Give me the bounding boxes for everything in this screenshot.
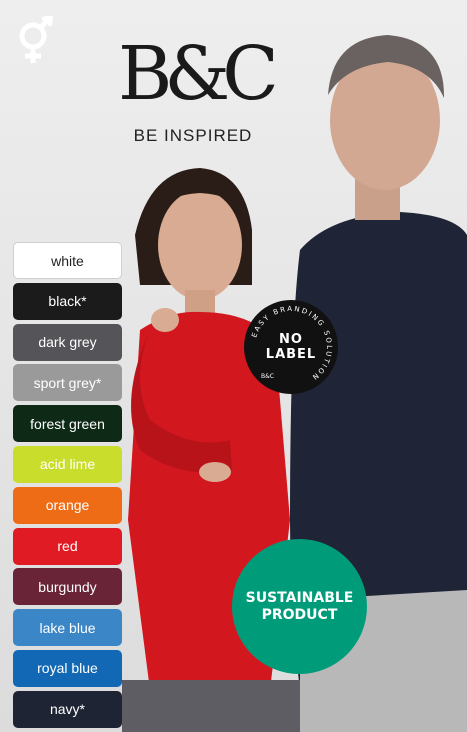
color-swatch[interactable]: acid lime — [13, 445, 122, 483]
color-swatch[interactable]: burgundy — [13, 568, 122, 606]
color-swatch[interactable]: sport grey* — [13, 364, 122, 402]
color-swatch[interactable]: black* — [13, 282, 122, 320]
brand-tagline: BE INSPIRED — [133, 126, 253, 145]
no-label-badge: EASY BRANDING SOLUTION B&C NO LABEL — [244, 300, 338, 394]
color-swatch[interactable]: forest green — [13, 405, 122, 443]
no-label-line2: LABEL — [265, 347, 317, 362]
brand-logo: B&C — [118, 31, 279, 117]
no-label-text: NO LABEL — [244, 300, 338, 394]
brand-block: B&C BE INSPIRED — [118, 31, 279, 146]
color-swatch-list: white black* dark grey sport grey* forest gr… — [13, 242, 123, 732]
color-swatch[interactable]: lake blue — [13, 609, 122, 647]
color-swatch[interactable]: navy* — [13, 690, 122, 728]
sustainable-product-badge: SUSTAINABLE PRODUCT — [232, 539, 367, 674]
sustainable-line2: PRODUCT — [261, 606, 338, 623]
color-swatch[interactable]: white — [13, 242, 122, 279]
unisex-icon — [19, 16, 54, 63]
color-swatch[interactable]: red — [13, 527, 122, 565]
color-swatch[interactable]: orange — [13, 486, 122, 524]
sustainable-line1: SUSTAINABLE — [245, 589, 354, 606]
color-swatch[interactable]: royal blue — [13, 649, 122, 687]
no-label-line1: NO — [279, 332, 303, 347]
color-swatch[interactable]: dark grey — [13, 323, 122, 361]
